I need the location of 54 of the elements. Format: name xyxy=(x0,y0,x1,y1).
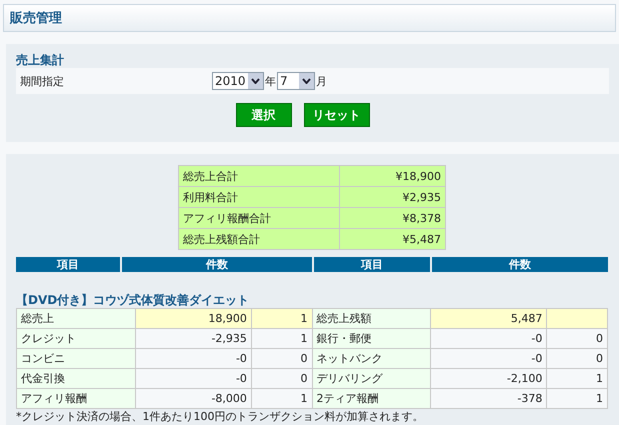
table-cell: デリバリング xyxy=(312,368,431,388)
table-cell: ネットバンク xyxy=(312,348,431,368)
summary-label: 総売上合計 xyxy=(178,166,340,186)
summary-value: ¥8,378 xyxy=(340,208,446,228)
table-cell: 1 xyxy=(251,308,312,328)
table-cell: コンビニ xyxy=(16,348,136,368)
table-cell: -378 xyxy=(430,388,547,408)
action-button[interactable]: リセット xyxy=(304,103,370,127)
table-cell: 0 xyxy=(546,348,608,368)
table-cell: -2,935 xyxy=(135,328,252,348)
table-cell: -0 xyxy=(430,348,547,368)
table-cell: 銀行・郵便 xyxy=(312,328,431,348)
table-cell: 2ティア報酬 xyxy=(312,388,431,408)
column-header: 件数 xyxy=(120,257,312,272)
year-select[interactable]: 2010 xyxy=(212,72,264,90)
column-header: 項目 xyxy=(312,257,430,272)
product-title: 【DVD付き】コウヅ式体質改善ダイエット xyxy=(16,292,250,308)
footnote: *クレジット決済の場合、1件あたり100円のトランザクション料が加算されます。 xyxy=(16,409,424,423)
page-title: 販売管理 xyxy=(10,10,62,27)
table-cell: 1 xyxy=(251,388,312,408)
summary-value: ¥5,487 xyxy=(340,228,446,250)
table-cell: 0 xyxy=(251,368,312,388)
summary-value: ¥18,900 xyxy=(340,166,446,186)
table-cell: -0 xyxy=(430,328,547,348)
table-cell: -2,100 xyxy=(430,368,547,388)
table-cell: -8,000 xyxy=(135,388,252,408)
field-label: 期間指定 xyxy=(19,74,65,88)
column-header: 件数 xyxy=(430,257,608,272)
summary-value: ¥2,935 xyxy=(340,186,446,208)
caret-icon xyxy=(302,78,311,84)
month-unit: 月 xyxy=(316,74,327,88)
table-cell: -0 xyxy=(135,348,252,368)
table-cell: 5,487 xyxy=(430,308,547,328)
table-cell: 18,900 xyxy=(135,308,252,328)
table-cell: 総売上 xyxy=(16,308,136,328)
table-cell: 1 xyxy=(546,388,608,408)
table-cell: 1 xyxy=(251,328,312,348)
table-cell: 1 xyxy=(546,368,608,388)
caret-icon xyxy=(251,78,260,84)
table-cell: 総売上残額 xyxy=(312,308,431,328)
month-select[interactable]: 7 xyxy=(277,72,315,90)
year-unit: 年 xyxy=(265,74,276,88)
table-cell: クレジット xyxy=(16,328,136,348)
column-header: 項目 xyxy=(16,257,120,272)
table-cell: 代金引換 xyxy=(16,368,136,388)
table-cell: 0 xyxy=(251,348,312,368)
summary-label: 利用料合計 xyxy=(178,186,340,208)
table-cell: -0 xyxy=(135,368,252,388)
summary-label: アフィリ報酬合計 xyxy=(178,208,340,228)
summary-label: 総売上残額合計 xyxy=(178,228,340,250)
table-cell: 0 xyxy=(546,328,608,348)
action-button[interactable]: 選択 xyxy=(236,103,292,127)
section-title: 売上集計 xyxy=(16,52,65,68)
table-cell: アフィリ報酬 xyxy=(16,388,136,408)
